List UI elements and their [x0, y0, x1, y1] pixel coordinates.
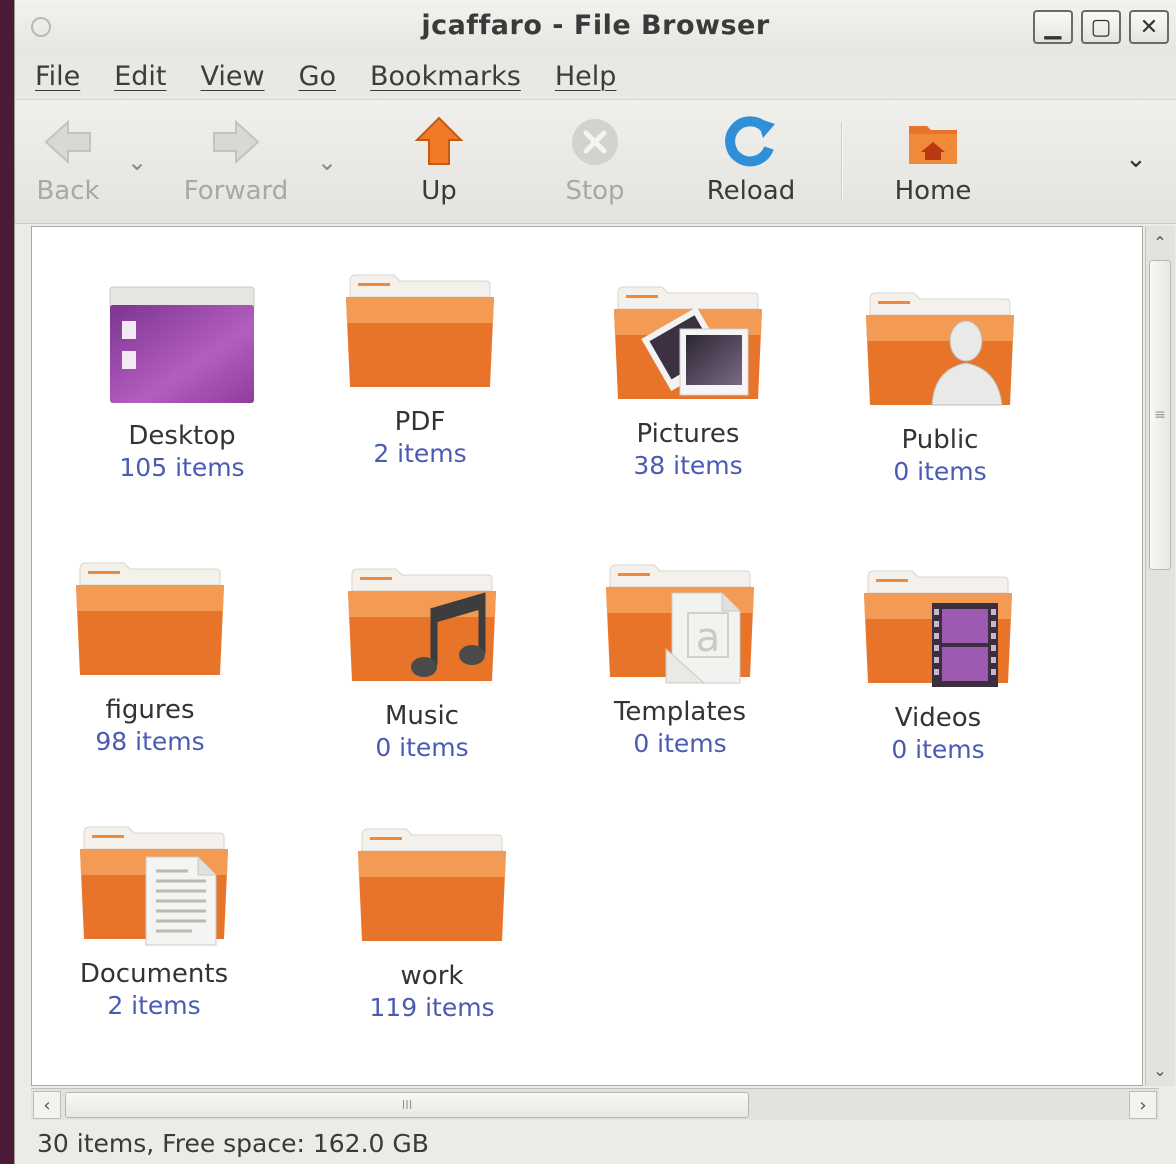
file-item-count: 105 items [119, 453, 245, 482]
file-name: Desktop [128, 421, 236, 451]
title-bar[interactable]: jcaffaro - File Browser ▁ ▢ ✕ [15, 0, 1176, 54]
folder-icon [358, 828, 506, 941]
minimize-button[interactable]: ▁ [1033, 10, 1073, 44]
file-item-count: 98 items [95, 727, 205, 756]
file-item-count: 38 items [633, 451, 743, 480]
menu-help[interactable]: Help [555, 61, 617, 92]
horizontal-scroll-thumb[interactable]: III [65, 1092, 749, 1118]
forward-arrow-icon [213, 119, 260, 165]
file-item[interactable]: Videos 0 items [828, 563, 1048, 764]
menu-go[interactable]: Go [299, 61, 336, 92]
forward-label: Forward [183, 176, 289, 206]
up-button[interactable]: Up [409, 114, 469, 214]
file-name: work [400, 961, 464, 991]
up-label: Up [421, 176, 457, 206]
file-item-count: 119 items [369, 993, 495, 1022]
folder-icon [346, 274, 494, 387]
toolbar-separator [841, 122, 843, 200]
up-arrow-icon [414, 116, 464, 165]
scroll-left-icon[interactable]: ‹ [33, 1091, 61, 1119]
close-icon: ✕ [1139, 14, 1159, 40]
file-item[interactable]: a Templates 0 items [570, 557, 790, 758]
music-folder-icon [348, 568, 496, 681]
documents-folder-icon [80, 826, 228, 946]
back-button[interactable]: Back [33, 114, 103, 214]
file-item[interactable]: PDF 2 items [310, 267, 530, 468]
back-label: Back [36, 176, 100, 206]
public-folder-icon [866, 292, 1014, 406]
reload-icon [725, 116, 775, 167]
file-item-count: 2 items [107, 991, 201, 1020]
file-item[interactable]: Music 0 items [312, 561, 532, 762]
file-item-count: 0 items [891, 735, 985, 764]
file-name: Public [901, 425, 979, 455]
home-button[interactable]: Home [891, 114, 975, 214]
file-item-count: 0 items [633, 729, 727, 758]
svg-text:a: a [696, 615, 721, 661]
close-button[interactable]: ✕ [1129, 10, 1169, 44]
grip-icon: ≡ [1154, 407, 1166, 423]
back-arrow-icon [44, 119, 91, 165]
home-label: Home [894, 176, 972, 206]
maximize-icon: ▢ [1090, 14, 1112, 40]
home-folder-icon [909, 126, 957, 164]
file-item[interactable]: Documents 2 items [44, 819, 264, 1020]
status-bar: 30 items, Free space: 162.0 GB [15, 1122, 1176, 1164]
stop-label: Stop [565, 176, 625, 206]
file-name: Documents [79, 959, 229, 989]
pictures-folder-icon [614, 286, 762, 399]
file-item[interactable]: figures 98 items [40, 555, 260, 756]
scroll-up-icon[interactable]: ⌃ [1148, 228, 1172, 256]
templates-folder-icon: a [606, 564, 754, 684]
folder-icon [76, 562, 224, 675]
file-item[interactable]: Public 0 items [830, 285, 1050, 486]
file-name: Templates [613, 697, 747, 727]
scroll-right-icon[interactable]: › [1129, 1091, 1157, 1119]
file-name: Music [385, 701, 459, 731]
stop-icon [572, 119, 618, 165]
vertical-scroll-thumb[interactable]: ≡ [1149, 260, 1171, 570]
toolbar: Back ⌄ Forward ⌄ Up Stop Reload Home ⌄ [15, 100, 1176, 224]
horizontal-scrollbar[interactable]: ‹ III › [31, 1088, 1159, 1120]
file-item[interactable]: Desktop 105 items [72, 281, 292, 482]
menu-bar: File Edit View Go Bookmarks Help [15, 54, 1176, 100]
toolbar-overflow-icon[interactable]: ⌄ [1125, 144, 1147, 174]
maximize-button[interactable]: ▢ [1081, 10, 1121, 44]
menu-file[interactable]: File [35, 61, 80, 92]
file-browser-window: jcaffaro - File Browser ▁ ▢ ✕ File Edit … [14, 0, 1176, 1164]
file-name: PDF [394, 407, 446, 437]
forward-history-dropdown-icon[interactable]: ⌄ [317, 148, 337, 176]
desktop-folder-icon [109, 286, 255, 403]
file-name: Videos [894, 703, 982, 733]
reload-label: Reload [706, 176, 796, 206]
file-item-count: 0 items [893, 457, 987, 486]
scroll-down-icon[interactable]: ⌄ [1148, 1056, 1172, 1084]
menu-bookmarks[interactable]: Bookmarks [370, 61, 521, 92]
back-history-dropdown-icon[interactable]: ⌄ [127, 148, 147, 176]
file-item-count: 2 items [373, 439, 467, 468]
vertical-scrollbar[interactable]: ⌃ ≡ ⌄ [1145, 226, 1175, 1086]
menu-edit[interactable]: Edit [114, 61, 166, 92]
file-item[interactable]: work 119 items [322, 821, 542, 1022]
minimize-icon: ▁ [1044, 14, 1062, 40]
file-name: Pictures [636, 419, 740, 449]
stop-button[interactable]: Stop [563, 114, 627, 214]
file-item[interactable]: Pictures 38 items [578, 279, 798, 480]
window-title: jcaffaro - File Browser [421, 10, 770, 41]
menu-view[interactable]: View [200, 61, 264, 92]
file-name: figures [105, 695, 195, 725]
videos-folder-icon [864, 570, 1012, 687]
reload-button[interactable]: Reload [703, 114, 799, 214]
forward-button[interactable]: Forward [181, 114, 291, 214]
file-item-count: 0 items [375, 733, 469, 762]
file-icon-view[interactable]: Desktop 105 items PDF 2 items Pictures 3… [31, 226, 1143, 1086]
grip-icon: III [401, 1098, 413, 1112]
